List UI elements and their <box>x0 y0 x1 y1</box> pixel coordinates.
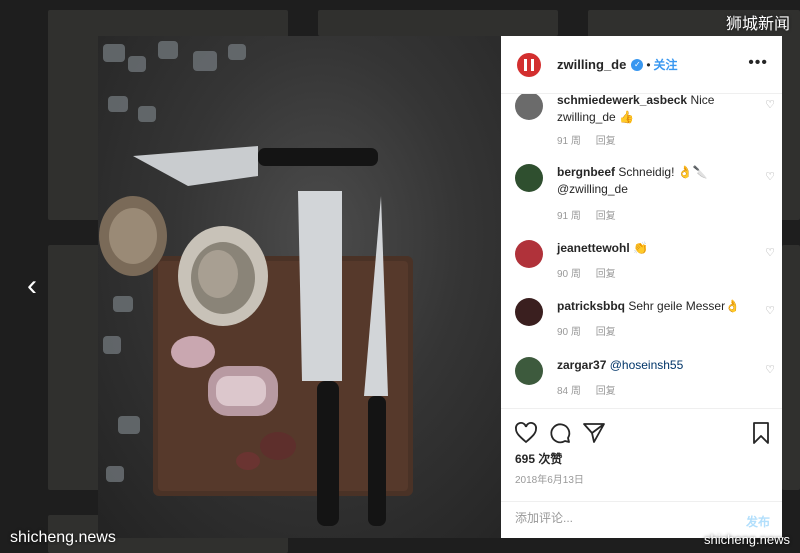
comment-username[interactable]: patricksbbq <box>557 299 625 313</box>
share-icon[interactable] <box>582 421 606 445</box>
commenter-avatar[interactable] <box>515 240 543 268</box>
comment-meta: 91 周 回复 <box>557 132 628 147</box>
like-count[interactable]: 695 次赞 <box>515 450 562 467</box>
comment-age: 90 周 <box>557 269 581 280</box>
comment-item: jeanettewohl 👏 90 周 回复 ♡ <box>515 240 775 290</box>
nakiri-knife-handle <box>317 381 339 526</box>
comment-text: 👏 <box>633 241 648 255</box>
reply-button[interactable]: 回复 <box>596 136 616 147</box>
more-options-icon[interactable]: ••• <box>748 54 768 72</box>
comment-like-heart-icon[interactable]: ♡ <box>765 246 775 259</box>
watermark-bottom-right: shicheng.news <box>704 532 790 547</box>
comment-username[interactable]: zargar37 <box>557 358 606 372</box>
commenter-avatar[interactable] <box>515 94 543 120</box>
comments-list[interactable]: schmiedewerk_asbeck Nice zwilling_de 👍 9… <box>501 94 782 406</box>
comment-meta: 90 周 回复 <box>557 323 628 338</box>
reply-button[interactable]: 回复 <box>596 211 616 222</box>
reply-button[interactable]: 回复 <box>596 386 616 397</box>
comment-like-heart-icon[interactable]: ♡ <box>765 170 775 183</box>
heart-icon[interactable] <box>514 421 538 445</box>
post-image <box>98 36 501 538</box>
post-comment-button[interactable]: 发布 <box>746 513 770 530</box>
comment-body: patricksbbq Sehr geile Messer👌 <box>557 298 752 315</box>
comment-text[interactable]: @hoseinsh55 <box>610 358 684 372</box>
comment-item: patricksbbq Sehr geile Messer👌 90 周 回复 ♡ <box>515 298 775 348</box>
chopped-onion <box>208 366 278 416</box>
comment-age: 84 周 <box>557 386 581 397</box>
watermark-bottom-left: shicheng.news <box>10 529 116 546</box>
comment-meta: 84 周 回复 <box>557 382 628 397</box>
comment-body: jeanettewohl 👏 <box>557 240 752 257</box>
comment-username[interactable]: schmiedewerk_asbeck <box>557 94 687 107</box>
shallot <box>171 336 215 368</box>
comment-body: schmiedewerk_asbeck Nice zwilling_de 👍 <box>557 94 752 126</box>
post-actions-bar <box>501 408 782 448</box>
comment-age: 91 周 <box>557 211 581 222</box>
santoku-knife-blade <box>133 146 258 186</box>
reply-button[interactable]: 回复 <box>596 327 616 338</box>
commenter-avatar[interactable] <box>515 164 543 192</box>
commenter-avatar[interactable] <box>515 357 543 385</box>
comment-input[interactable] <box>515 511 715 525</box>
commenter-avatar[interactable] <box>515 298 543 326</box>
knives-oysters-photo <box>99 41 413 526</box>
comment-item: zargar37 @hoseinsh55 84 周 回复 ♡ <box>515 357 775 406</box>
post-detail-panel: zwilling_de ✓ • 关注 ••• schmiedewerk_asbe… <box>501 36 782 538</box>
separator-dot: • <box>646 57 651 72</box>
reply-button[interactable]: 回复 <box>596 269 616 280</box>
comment-username[interactable]: jeanettewohl <box>557 241 630 255</box>
comment-like-heart-icon[interactable]: ♡ <box>765 304 775 317</box>
post-username[interactable]: zwilling_de <box>557 57 626 72</box>
post-header: zwilling_de ✓ • 关注 ••• <box>501 36 782 94</box>
previous-post-button[interactable]: ‹ <box>18 268 46 304</box>
comment-item: schmiedewerk_asbeck Nice zwilling_de 👍 9… <box>515 94 775 150</box>
utility-knife-handle <box>368 396 386 526</box>
zwilling-logo-avatar[interactable] <box>517 52 541 77</box>
comment-like-heart-icon[interactable]: ♡ <box>765 98 775 111</box>
verified-badge-icon: ✓ <box>631 58 644 71</box>
comment-icon[interactable] <box>548 421 572 445</box>
watermark-top-right: 狮城新闻 <box>725 14 790 33</box>
comment-body: zargar37 @hoseinsh55 <box>557 357 752 374</box>
comment-age: 91 周 <box>557 136 581 147</box>
comment-meta: 90 周 回复 <box>557 265 628 280</box>
santoku-knife-handle <box>258 148 378 166</box>
bookmark-icon[interactable] <box>749 421 773 445</box>
comment-username[interactable]: bergnbeef <box>557 165 615 179</box>
comment-like-heart-icon[interactable]: ♡ <box>765 363 775 376</box>
nakiri-knife-blade <box>298 191 342 381</box>
comment-meta: 91 周 回复 <box>557 207 628 222</box>
follow-button[interactable]: 关注 <box>654 56 678 73</box>
comment-body: bergnbeef Schneidig! 👌🔪 @zwilling_de <box>557 164 752 198</box>
comment-item: bergnbeef Schneidig! 👌🔪 @zwilling_de 91 … <box>515 164 775 222</box>
chevron-left-icon: ‹ <box>27 269 37 302</box>
comment-text: Sehr geile Messer👌 <box>628 299 741 313</box>
comment-age: 90 周 <box>557 327 581 338</box>
post-date: 2018年6月13日 <box>515 475 584 486</box>
